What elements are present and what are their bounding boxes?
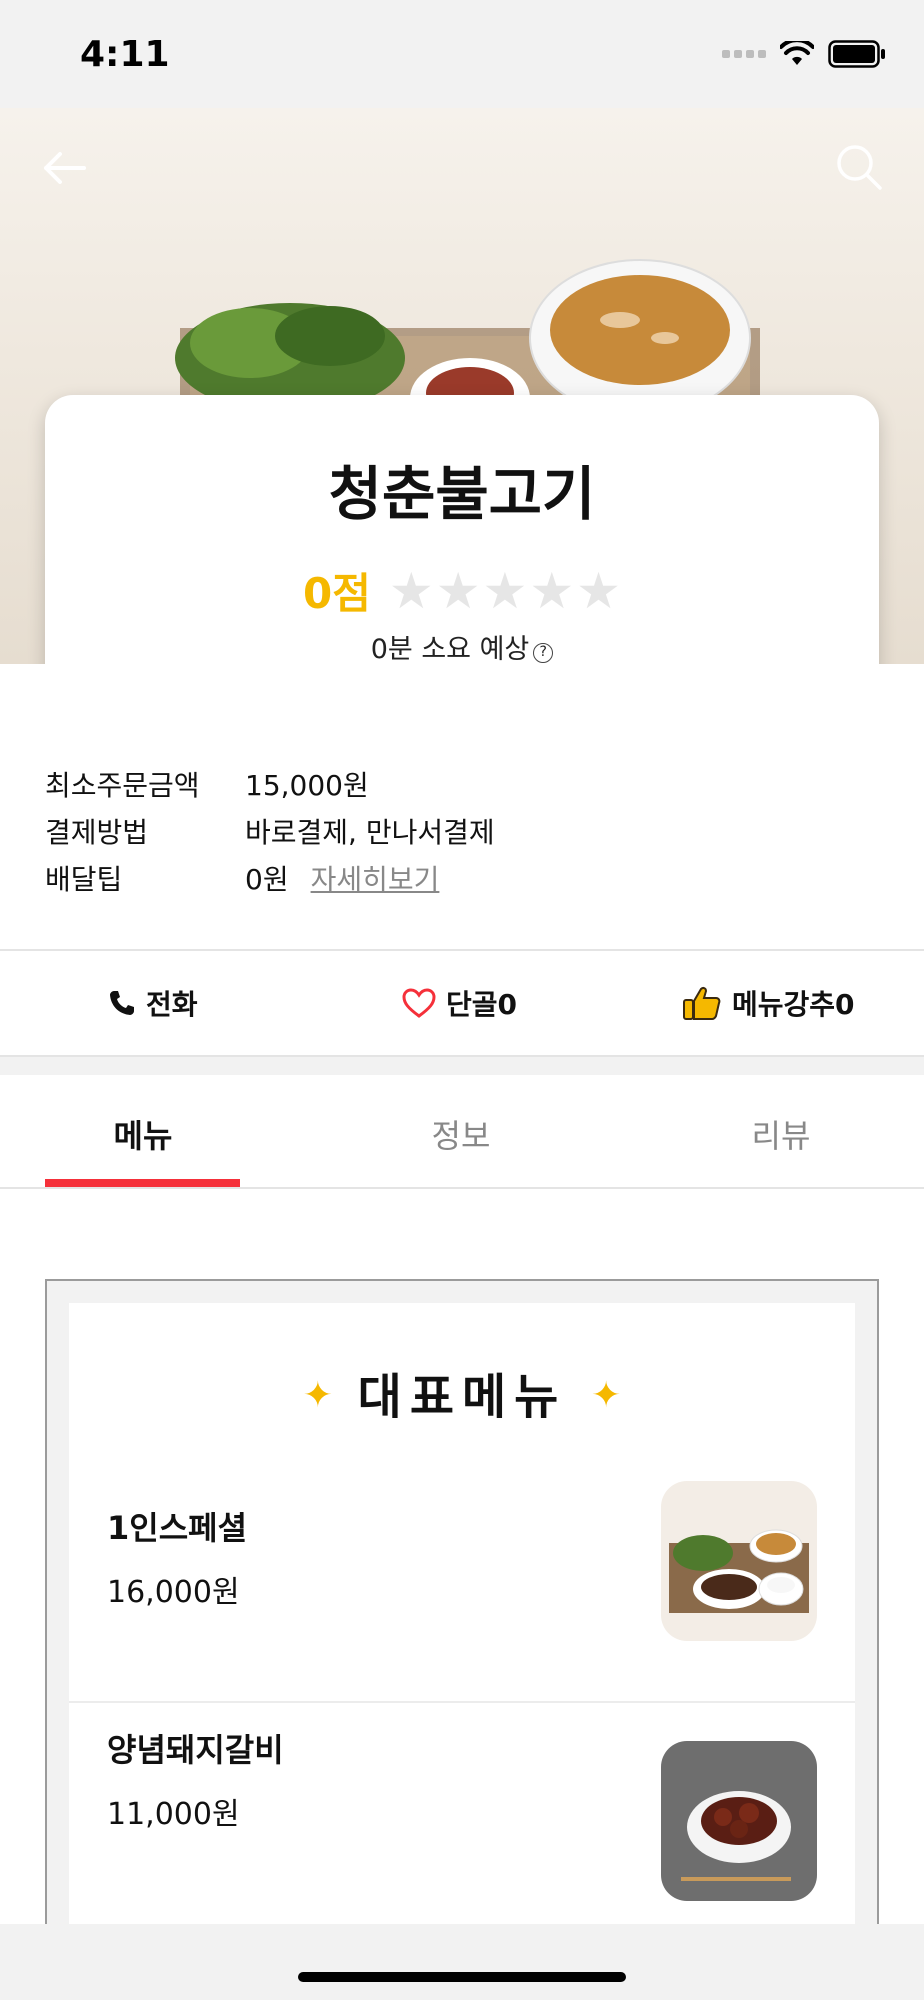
call-label: 전화: [146, 988, 198, 1021]
featured-menu-box: ✦ 대표메뉴 ✦ 1인스페셜 16,000원 양념돼지갈비 11,000원: [45, 1279, 879, 1963]
call-button[interactable]: 전화: [108, 951, 198, 1055]
min-order-value: 15,000원: [245, 769, 369, 802]
wifi-icon: [780, 41, 814, 65]
help-icon[interactable]: ?: [533, 643, 554, 663]
featured-menu-inner: ✦ 대표메뉴 ✦ 1인스페셜 16,000원 양념돼지갈비 11,000원: [69, 1303, 855, 1963]
menu-item-price: 16,000원: [107, 1575, 240, 1610]
tab-bar: 메뉴 정보 리뷰: [0, 1075, 924, 1189]
recommend-label: 메뉴강추0: [732, 988, 855, 1021]
phone-icon: [110, 991, 134, 1015]
delivery-tip-label: 배달팁: [45, 863, 123, 896]
tab-info[interactable]: 정보: [363, 1111, 559, 1157]
home-indicator-area: [0, 1924, 924, 2000]
rating-score: 0점: [302, 569, 371, 618]
status-bar: 4:11: [0, 0, 924, 108]
details-link[interactable]: 자세히보기: [311, 858, 440, 898]
star-icon: ★: [482, 561, 528, 620]
menu-item-photo: [661, 1481, 817, 1641]
favorite-label: 단골0: [446, 988, 518, 1021]
star-icon: ★: [435, 561, 481, 620]
payment-row: 결제방법 바로결제, 만나서결제: [45, 811, 495, 851]
star-icon: ★: [576, 561, 621, 620]
delivery-tip-value: 0원: [245, 863, 289, 896]
thumbs-up-icon: [683, 986, 721, 1020]
menu-content: ✦ 대표메뉴 ✦ 1인스페셜 16,000원 양념돼지갈비 11,000원: [0, 1189, 924, 1963]
menu-item[interactable]: 1인스페셜 16,000원: [69, 1481, 855, 1721]
favorite-button[interactable]: 단골0: [402, 951, 517, 1055]
heart-icon: [402, 988, 436, 1018]
star-icon: ★: [388, 561, 434, 620]
back-arrow-icon[interactable]: [40, 144, 88, 192]
tab-menu[interactable]: 메뉴: [45, 1111, 241, 1157]
store-info-section: 최소주문금액 15,000원 결제방법 바로결제, 만나서결제 배달팁 0원 자…: [0, 664, 924, 949]
menu-item[interactable]: 양념돼지갈비 11,000원: [69, 1701, 855, 1941]
menu-item-price: 11,000원: [107, 1797, 240, 1832]
star-icon: ★: [529, 561, 575, 620]
menu-item-photo: [661, 1741, 817, 1901]
action-bar: 전화 단골0 메뉴강추0: [0, 949, 924, 1057]
active-tab-indicator: [45, 1179, 240, 1187]
estimated-time-row: 0분 소요 예상?: [45, 627, 879, 666]
menu-item-name: 양념돼지갈비: [107, 1731, 284, 1769]
estimated-time: 0분 소요 예상: [370, 634, 530, 665]
battery-icon: [828, 40, 885, 68]
sparkle-icon: ✦: [591, 1375, 622, 1416]
min-order-row: 최소주문금액 15,000원: [45, 764, 369, 804]
star-rating: ★ ★ ★ ★ ★: [389, 566, 621, 616]
rating-row: 0점 ★ ★ ★ ★ ★: [45, 560, 879, 621]
recommend-button[interactable]: 메뉴강추0: [682, 951, 855, 1055]
status-time: 4:11: [80, 34, 170, 75]
featured-menu-title-text: 대표메뉴: [357, 1369, 567, 1425]
tab-review[interactable]: 리뷰: [683, 1111, 879, 1157]
min-order-label: 최소주문금액: [45, 769, 200, 802]
status-icons: [722, 40, 886, 68]
payment-label: 결제방법: [45, 816, 149, 849]
featured-menu-title: ✦ 대표메뉴 ✦: [69, 1357, 855, 1427]
menu-item-name: 1인스페셜: [107, 1509, 248, 1547]
delivery-tip-row: 배달팁 0원 자세히보기: [45, 858, 439, 898]
sparkle-icon: ✦: [302, 1375, 333, 1416]
home-indicator[interactable]: [298, 1972, 626, 1982]
store-name: 청춘불고기: [328, 460, 596, 528]
search-icon[interactable]: [834, 142, 884, 192]
cellular-signal-icon: [722, 50, 766, 58]
payment-value: 바로결제, 만나서결제: [245, 816, 495, 849]
